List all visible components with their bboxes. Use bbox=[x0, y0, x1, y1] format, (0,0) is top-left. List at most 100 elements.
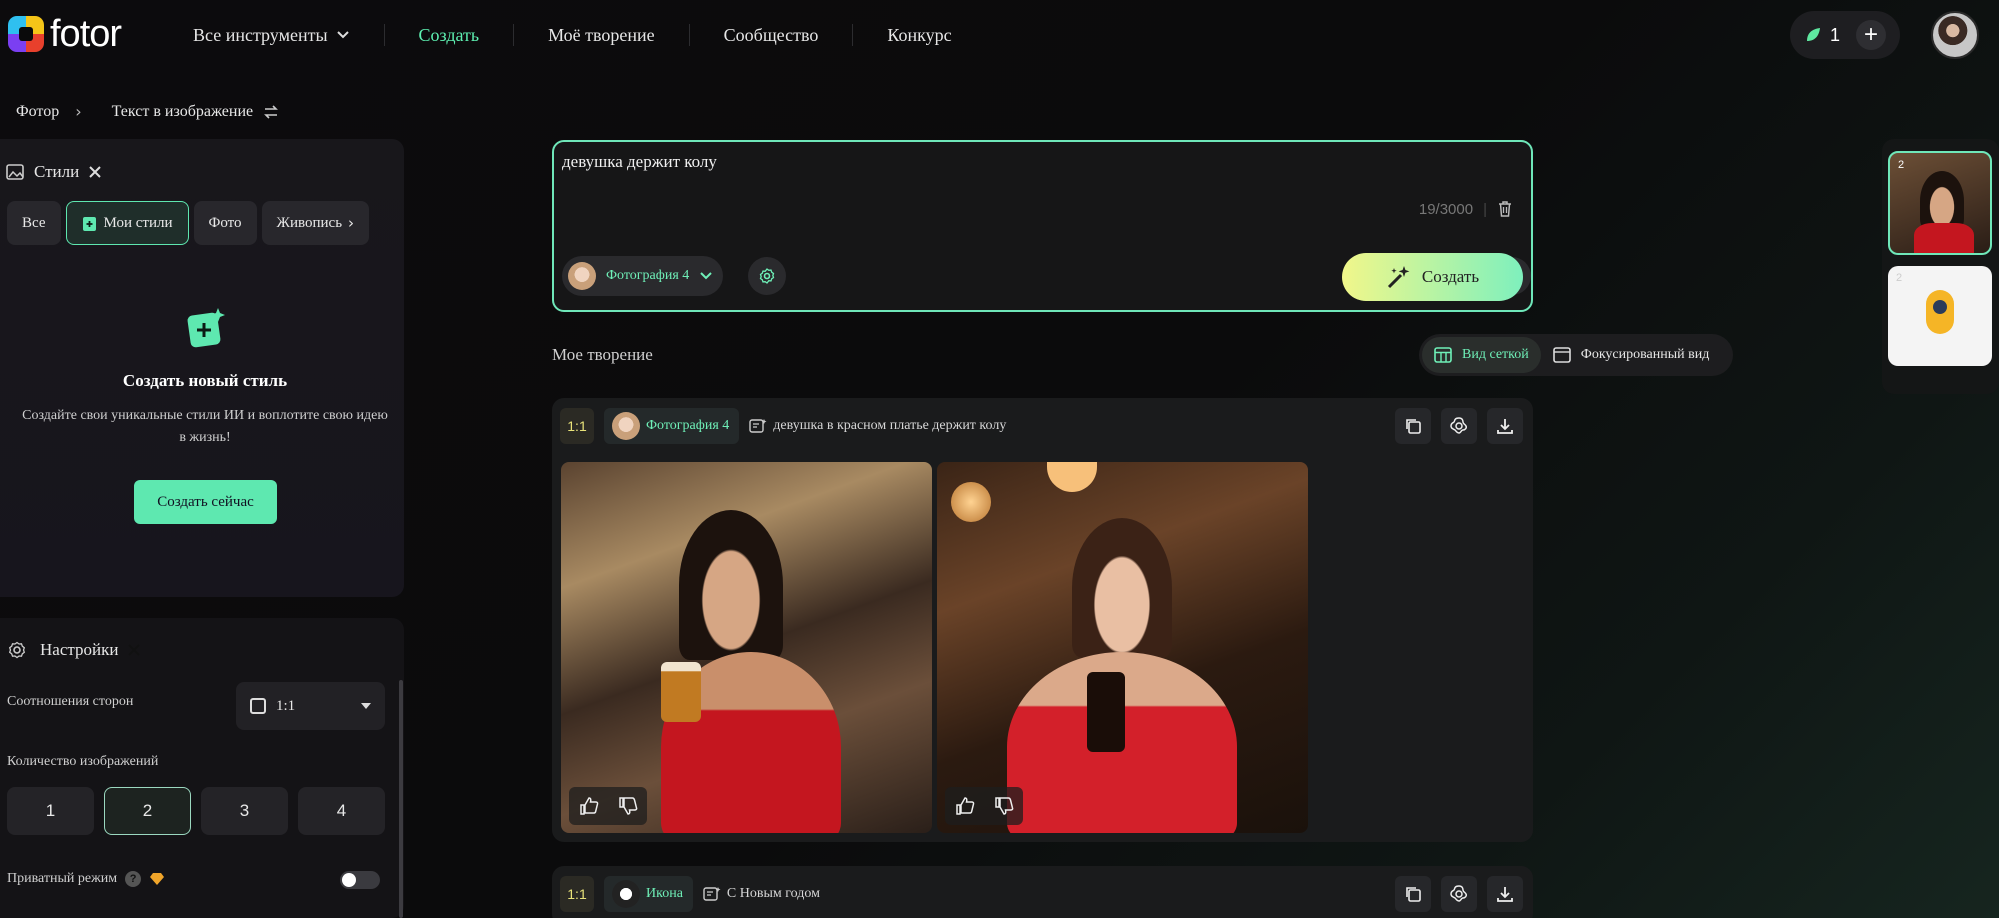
new-style-description: Создайте свои уникальные стили ИИ и вопл… bbox=[22, 408, 388, 445]
prompt-text-icon bbox=[749, 419, 767, 433]
view-toggle: Вид сеткой Фокусированный вид bbox=[1419, 334, 1733, 376]
private-mode-toggle[interactable] bbox=[340, 871, 380, 889]
chevron-right-icon[interactable]: › bbox=[348, 214, 354, 232]
regenerate-button[interactable] bbox=[1441, 876, 1477, 912]
download-button[interactable] bbox=[1487, 876, 1523, 912]
nav-all-tools-label: Все инструменты bbox=[193, 25, 328, 45]
style-chips: Все Мои стили Фото Живопись › bbox=[7, 201, 370, 245]
thumbs-up-icon[interactable] bbox=[955, 796, 975, 816]
card-prompt-text: С Новым годом bbox=[726, 886, 820, 901]
grid-view-button[interactable]: Вид сеткой bbox=[1422, 337, 1541, 373]
magic-wand-icon bbox=[1387, 266, 1410, 289]
generated-image[interactable] bbox=[937, 462, 1308, 833]
breadcrumb-root[interactable]: Фотор bbox=[16, 103, 59, 121]
prompt-input[interactable]: девушка держит колу bbox=[562, 152, 717, 172]
download-button[interactable] bbox=[1487, 408, 1523, 444]
model-tag-label: Фотография 4 bbox=[646, 418, 730, 433]
nav-all-tools[interactable]: Все инструменты bbox=[193, 24, 384, 46]
ai-remix-icon bbox=[1450, 885, 1467, 902]
image-style-icon bbox=[6, 164, 24, 180]
download-icon bbox=[1497, 887, 1513, 902]
count-option-1[interactable]: 1 bbox=[7, 787, 94, 835]
nav-community[interactable]: Сообщество bbox=[688, 24, 853, 46]
square-icon bbox=[250, 698, 266, 714]
grid-icon bbox=[1434, 347, 1452, 363]
aspect-ratio-value: 1:1 bbox=[276, 697, 296, 714]
model-avatar bbox=[568, 262, 596, 290]
ai-remix-icon bbox=[1450, 417, 1467, 434]
thumbs-down-icon[interactable] bbox=[994, 796, 1014, 816]
model-tag[interactable]: Икона bbox=[604, 876, 693, 912]
chip-my-styles[interactable]: Мои стили bbox=[65, 201, 189, 245]
model-tag[interactable]: Фотография 4 bbox=[604, 408, 740, 444]
generated-image[interactable] bbox=[561, 462, 932, 833]
styles-header: Стили bbox=[6, 162, 103, 182]
chip-my-styles-label: Мои стили bbox=[103, 214, 173, 231]
styles-title: Стили bbox=[34, 162, 80, 181]
count-option-3[interactable]: 3 bbox=[201, 787, 288, 835]
model-selector[interactable]: Фотография 4 bbox=[562, 256, 724, 296]
prompt-box[interactable]: девушка держит колу 19/3000 | Фотография… bbox=[552, 140, 1533, 312]
aspect-ratio-label: Соотношения сторон bbox=[7, 694, 134, 709]
credits-count: 1 bbox=[1830, 24, 1841, 45]
nav-my-creations[interactable]: Моё творение bbox=[513, 24, 689, 46]
history-thumbnail[interactable]: 2 bbox=[1888, 266, 1992, 366]
feedback-buttons bbox=[945, 787, 1023, 825]
chevron-right-icon: › bbox=[75, 102, 82, 121]
credits-widget[interactable]: 1 + bbox=[1790, 11, 1900, 59]
chevron-down-icon bbox=[336, 31, 349, 39]
close-icon[interactable] bbox=[87, 164, 103, 180]
thumbnail-count: 2 bbox=[1896, 272, 1903, 284]
user-avatar[interactable] bbox=[1931, 11, 1979, 59]
private-mode-row: Приватный режим ? bbox=[7, 871, 165, 887]
fotor-logo[interactable]: fotor bbox=[8, 13, 122, 55]
top-nav: Все инструменты Создать Моё творение Соо… bbox=[193, 24, 986, 46]
history-thumbnails: 2 2 bbox=[1882, 139, 1999, 394]
thumbs-up-icon[interactable] bbox=[579, 796, 599, 816]
new-style-title: Создать новый стиль bbox=[122, 371, 288, 390]
close-icon[interactable] bbox=[126, 642, 142, 658]
swap-icon[interactable] bbox=[263, 104, 279, 119]
leaf-icon bbox=[1807, 28, 1820, 41]
card-prompt: девушка в красном платье держит колу bbox=[749, 418, 1006, 434]
copy-button[interactable] bbox=[1395, 408, 1431, 444]
card-prompt: С Новым годом bbox=[703, 886, 820, 902]
nav-contest[interactable]: Конкурс bbox=[852, 24, 985, 46]
thumbs-down-icon[interactable] bbox=[618, 796, 638, 816]
count-option-2[interactable]: 2 bbox=[104, 787, 191, 835]
create-now-button[interactable]: Создать сейчас bbox=[134, 480, 277, 524]
help-icon[interactable]: ? bbox=[125, 871, 142, 887]
count-option-4[interactable]: 4 bbox=[298, 787, 385, 835]
model-tag-label: Икона bbox=[646, 886, 683, 901]
chip-painting[interactable]: Живопись › bbox=[261, 201, 370, 245]
copy-button[interactable] bbox=[1395, 876, 1431, 912]
ratio-badge: 1:1 bbox=[560, 408, 594, 444]
focus-view-button[interactable]: Фокусированный вид bbox=[1541, 337, 1722, 373]
regenerate-button[interactable] bbox=[1441, 408, 1477, 444]
copy-icon bbox=[1406, 419, 1421, 434]
nav-create[interactable]: Создать bbox=[383, 24, 514, 46]
settings-icon bbox=[759, 268, 775, 284]
copy-icon bbox=[1406, 887, 1421, 902]
trash-icon[interactable] bbox=[1497, 200, 1513, 218]
aspect-ratio-select[interactable]: 1:1 bbox=[236, 682, 385, 730]
create-button[interactable]: Создать bbox=[1342, 253, 1523, 301]
settings-scrollbar[interactable] bbox=[399, 680, 403, 918]
model-settings-button[interactable] bbox=[748, 257, 786, 295]
history-thumbnail[interactable]: 2 bbox=[1888, 151, 1992, 255]
prompt-counter: 19/3000 | bbox=[1419, 200, 1513, 218]
create-button-label: Создать bbox=[1421, 267, 1480, 286]
image-count-label: Количество изображений bbox=[7, 754, 159, 769]
ratio-badge: 1:1 bbox=[560, 876, 594, 912]
settings-header: Настройки bbox=[8, 640, 142, 660]
card-header: 1:1 Икона С Новым годом bbox=[560, 876, 820, 912]
creation-card: 1:1 Икона С Новым годом bbox=[552, 866, 1533, 918]
logo-text: fotor bbox=[50, 13, 122, 55]
grid-view-label: Вид сеткой bbox=[1462, 347, 1529, 362]
add-credits-button[interactable]: + bbox=[1856, 20, 1886, 50]
private-mode-label: Приватный режим bbox=[7, 871, 118, 886]
feedback-buttons bbox=[569, 787, 647, 825]
chip-photo[interactable]: Фото bbox=[193, 201, 257, 245]
breadcrumb-current[interactable]: Текст в изображение bbox=[112, 103, 254, 121]
chip-all[interactable]: Все bbox=[7, 201, 61, 245]
